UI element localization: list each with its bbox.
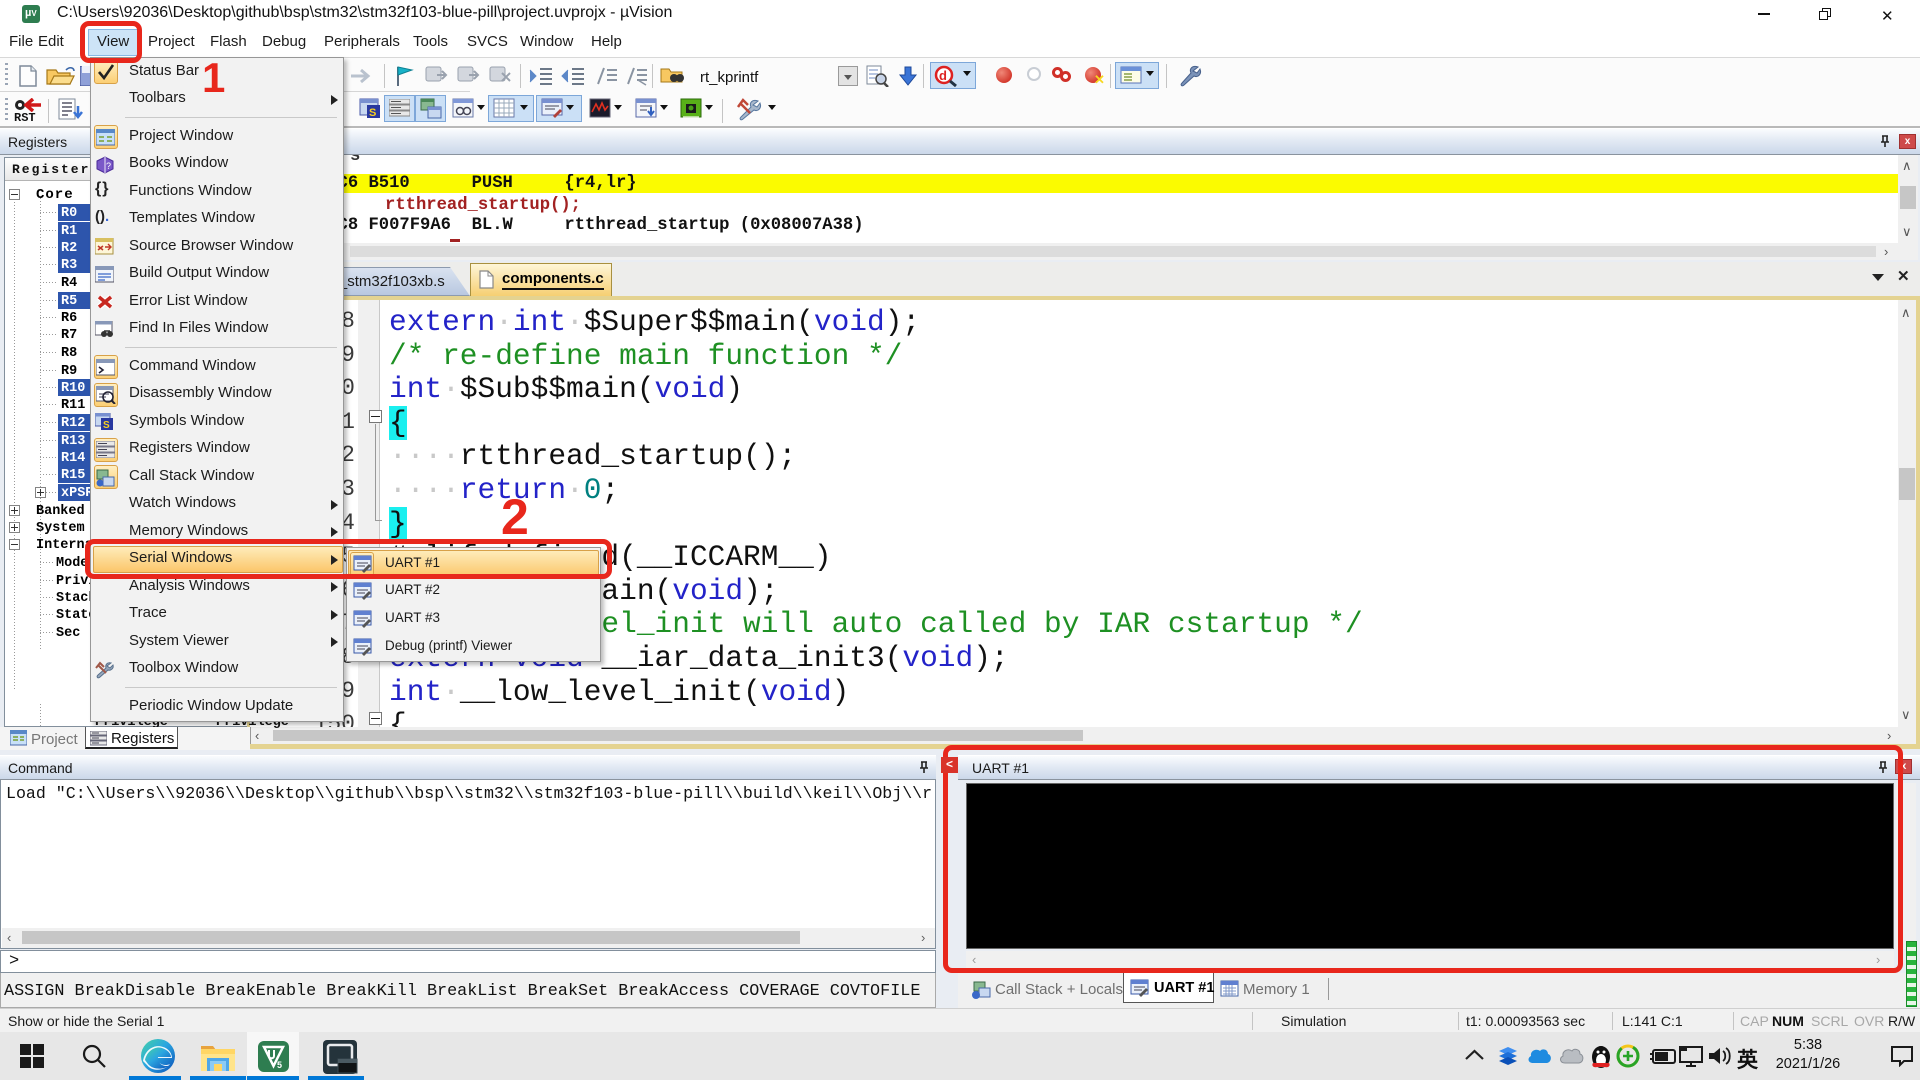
svg-text:S: S [103, 420, 110, 430]
svg-text:d: d [939, 68, 947, 83]
svg-text:S: S [369, 107, 376, 119]
svg-text:5: 5 [277, 1060, 282, 1070]
svg-text:?: ? [106, 161, 111, 171]
